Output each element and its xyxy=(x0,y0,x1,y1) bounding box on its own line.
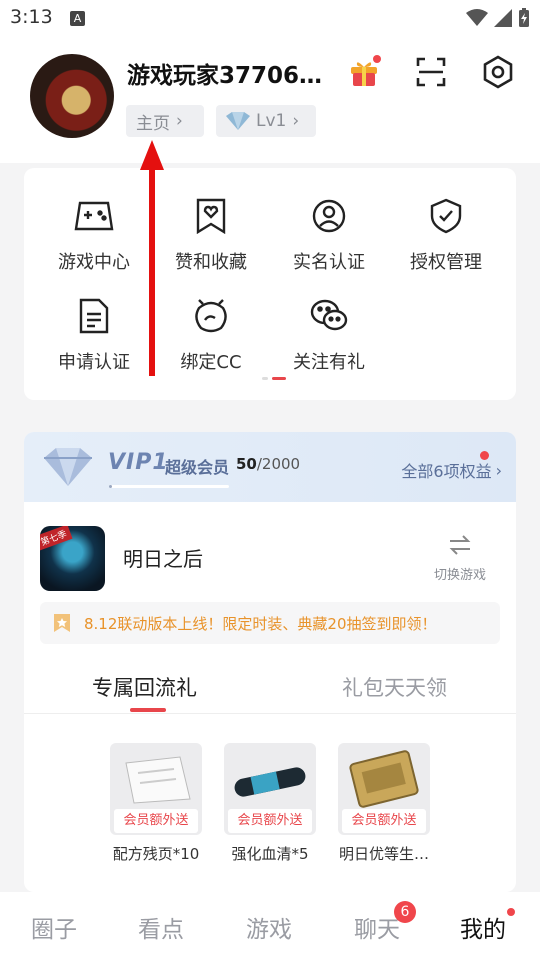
grid-item-apply-certification[interactable]: 申请认证 xyxy=(35,296,153,374)
grid-item-real-name[interactable]: 实名认证 xyxy=(270,196,388,274)
diamond-icon xyxy=(226,112,250,130)
grid-label: 实名认证 xyxy=(293,252,365,273)
chevron-right-icon: › xyxy=(292,111,300,131)
home-chip[interactable]: 主页 › xyxy=(126,105,204,137)
switch-game-button[interactable]: 切换游戏 xyxy=(429,534,491,583)
gift-item[interactable]: 会员额外送 配方残页*10 xyxy=(110,743,202,864)
notification-a-icon: A xyxy=(70,11,85,26)
nav-item-games[interactable]: 游戏 xyxy=(246,910,292,944)
avatar[interactable] xyxy=(30,54,114,138)
nav-item-circle[interactable]: 圈子 xyxy=(31,910,77,944)
grid-item-authorization[interactable]: 授权管理 xyxy=(387,196,505,274)
gift-notification-dot xyxy=(373,55,381,63)
grid-item-game-center[interactable]: 游戏中心 xyxy=(35,196,153,274)
document-icon xyxy=(74,296,114,336)
vip-card: VIP1 超级会员 50/2000 全部6项权益 › 第七季 明日之后 切换游戏… xyxy=(24,432,516,892)
level-chip[interactable]: Lv1 › xyxy=(216,105,316,137)
gift-image-serum: 会员额外送 xyxy=(224,743,316,835)
tab-daily-gift[interactable]: 礼包天天领 xyxy=(342,672,447,702)
announcement-flag-icon xyxy=(54,614,70,632)
gift-item[interactable]: 会员额外送 强化血清*5 xyxy=(224,743,316,864)
grid-item-bind-cc[interactable]: 绑定CC xyxy=(152,296,270,374)
gift-button[interactable] xyxy=(346,54,382,90)
grid-label: 授权管理 xyxy=(410,252,482,273)
grid-label: 游戏中心 xyxy=(58,252,130,273)
vip-diamond-icon xyxy=(44,448,92,486)
bookmark-heart-icon xyxy=(191,196,231,236)
tab-return-gift[interactable]: 专属回流礼 xyxy=(92,672,197,702)
nav-item-mine[interactable]: 我的 xyxy=(460,910,506,944)
vip-progress-fill xyxy=(109,485,112,488)
scan-icon xyxy=(416,57,446,87)
chevron-right-icon: › xyxy=(176,111,183,131)
game-row: 第七季 明日之后 切换游戏 xyxy=(24,502,516,598)
gift-name: 配方残页*10 xyxy=(112,845,200,863)
wifi-icon xyxy=(466,9,488,26)
scan-button[interactable] xyxy=(413,54,449,90)
gift-image-badge: 会员额外送 xyxy=(338,743,430,835)
grid-label: 申请认证 xyxy=(58,352,130,373)
nav-item-highlights[interactable]: 看点 xyxy=(138,910,184,944)
switch-game-label: 切换游戏 xyxy=(433,568,486,583)
gift-name: 明日优等生… xyxy=(338,845,429,863)
mine-notification-dot xyxy=(507,908,515,916)
gift-item[interactable]: 会员额外送 明日优等生… xyxy=(338,743,430,864)
grid-label: 关注有礼 xyxy=(293,352,365,373)
annotation-arrow xyxy=(140,140,164,376)
grid-label: 绑定CC xyxy=(180,352,242,373)
vip-banner[interactable]: VIP1 超级会员 50/2000 全部6项权益 › xyxy=(24,432,516,502)
grid-item-likes-favorites[interactable]: 赞和收藏 xyxy=(152,196,270,274)
gift-badge: 会员额外送 xyxy=(114,809,198,833)
benefits-notification-dot xyxy=(480,451,489,460)
home-chip-label: 主页 xyxy=(136,113,170,134)
gamepad-icon xyxy=(74,196,114,236)
username[interactable]: 游戏玩家377069… xyxy=(127,56,337,90)
vip-tier: 超级会员 xyxy=(165,458,230,477)
shield-check-icon xyxy=(426,196,466,236)
profile-header: 游戏玩家377069… 主页 › Lv1 › xyxy=(0,38,540,163)
vip-points: 50/2000 xyxy=(236,455,300,473)
gift-name: 强化血清*5 xyxy=(231,845,309,863)
signal-icon xyxy=(494,9,512,27)
gift-image-recipe: 会员额外送 xyxy=(110,743,202,835)
function-grid: 游戏中心 赞和收藏 实名认证 授权管理 申请认证 绑定CC 关注有礼 xyxy=(24,168,516,400)
reward-tabs: 专属回流礼 礼包天天领 xyxy=(24,664,516,714)
battery-icon xyxy=(519,8,529,27)
grid-pager xyxy=(262,377,286,380)
chat-unread-badge: 6 xyxy=(394,901,416,923)
bottom-nav: 圈子 看点 游戏 聊天 6 我的 xyxy=(0,892,540,960)
vip-brand: VIP1 xyxy=(108,450,169,475)
game-name[interactable]: 明日之后 xyxy=(123,543,203,572)
pager-dot xyxy=(262,377,268,380)
vip-progress-bar xyxy=(109,485,229,488)
grid-item-follow-reward[interactable]: 关注有礼 xyxy=(270,296,388,374)
vip-points-total: /2000 xyxy=(256,455,301,473)
cc-bind-icon xyxy=(191,296,231,336)
settings-icon xyxy=(483,55,513,89)
game-icon[interactable]: 第七季 xyxy=(40,526,105,591)
user-circle-icon xyxy=(309,196,349,236)
settings-button[interactable] xyxy=(480,54,516,90)
notice-bar[interactable]: 8.12联动版本上线！限定时装、典藏20抽签到即领！ xyxy=(40,602,500,644)
nav-item-chat[interactable]: 聊天 xyxy=(354,910,400,944)
gift-badge: 会员额外送 xyxy=(228,809,312,833)
system-icons xyxy=(466,8,530,28)
vip-benefits-label: 全部6项权益 xyxy=(401,462,492,481)
pager-dot-active xyxy=(272,377,286,380)
wechat-icon xyxy=(309,296,349,336)
grid-label: 赞和收藏 xyxy=(175,252,247,273)
gift-badge: 会员额外送 xyxy=(342,809,426,833)
swap-icon xyxy=(449,535,471,555)
status-bar: 3:13 A xyxy=(0,0,540,38)
vip-benefits-link[interactable]: 全部6项权益 › xyxy=(401,451,502,482)
notice-text: 8.12联动版本上线！限定时装、典藏20抽签到即领！ xyxy=(84,614,437,633)
chevron-right-icon: › xyxy=(495,460,502,480)
vip-points-current: 50 xyxy=(236,455,257,473)
level-chip-label: Lv1 xyxy=(256,111,287,131)
tab-underline xyxy=(130,708,166,712)
game-season-tag: 第七季 xyxy=(40,526,73,551)
clock-time: 3:13 xyxy=(10,6,53,28)
